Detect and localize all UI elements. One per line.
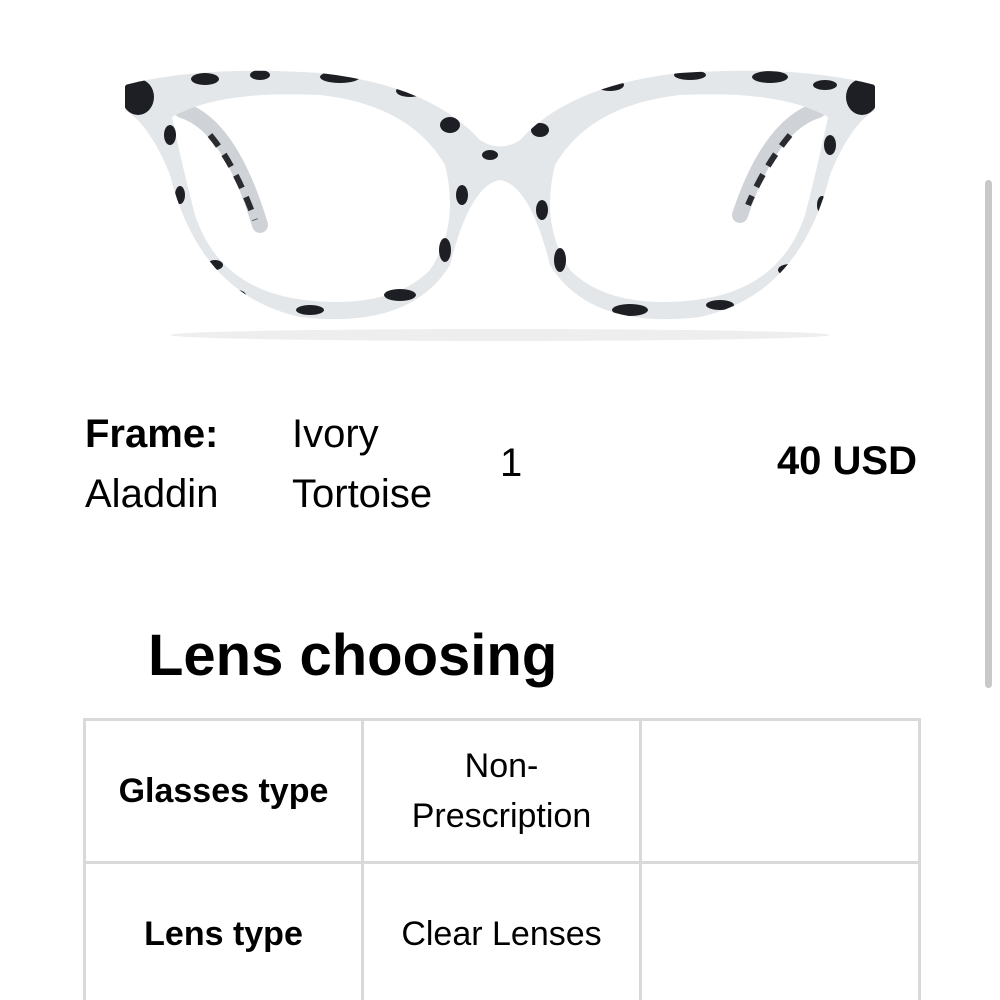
glasses-type-value-line-1: Non-: [464, 747, 539, 785]
glasses-type-value: Non- Prescription: [361, 718, 642, 864]
lens-type-value: Clear Lenses: [361, 861, 642, 1000]
glasses-type-extra-cell: [639, 718, 921, 864]
frame-color-line-2: Tortoise: [292, 472, 433, 516]
glasses-type-label: Glasses type: [83, 718, 364, 864]
lens-choosing-title: Lens choosing: [148, 623, 558, 688]
frame-name: Frame: Aladdin: [85, 404, 218, 524]
lens-type-extra-cell: [639, 861, 921, 1000]
vertical-scrollbar[interactable]: [985, 180, 992, 688]
lens-type-label: Lens type: [83, 861, 364, 1000]
glasses-type-value-line-2: Prescription: [411, 797, 592, 835]
cart-page: Frame: Aladdin Ivory Tortoise 1 40 USD L…: [0, 0, 1000, 1000]
lens-options-table: Glasses type Non- Prescription Lens type…: [83, 718, 921, 1000]
frame-color-line-1: Ivory: [292, 412, 379, 456]
price-value: 40 USD: [776, 439, 917, 483]
table-row: Glasses type Non- Prescription: [83, 718, 921, 864]
product-summary-row: Frame: Aladdin Ivory Tortoise 1 40 USD: [0, 400, 1000, 530]
frame-label: Frame:: [85, 412, 219, 456]
table-row: Lens type Clear Lenses: [83, 861, 921, 1000]
frame-color: Ivory Tortoise: [292, 404, 432, 524]
glasses-product-image: [125, 70, 875, 341]
frame-model-name: Aladdin: [85, 472, 219, 516]
quantity-value: 1: [500, 441, 523, 485]
